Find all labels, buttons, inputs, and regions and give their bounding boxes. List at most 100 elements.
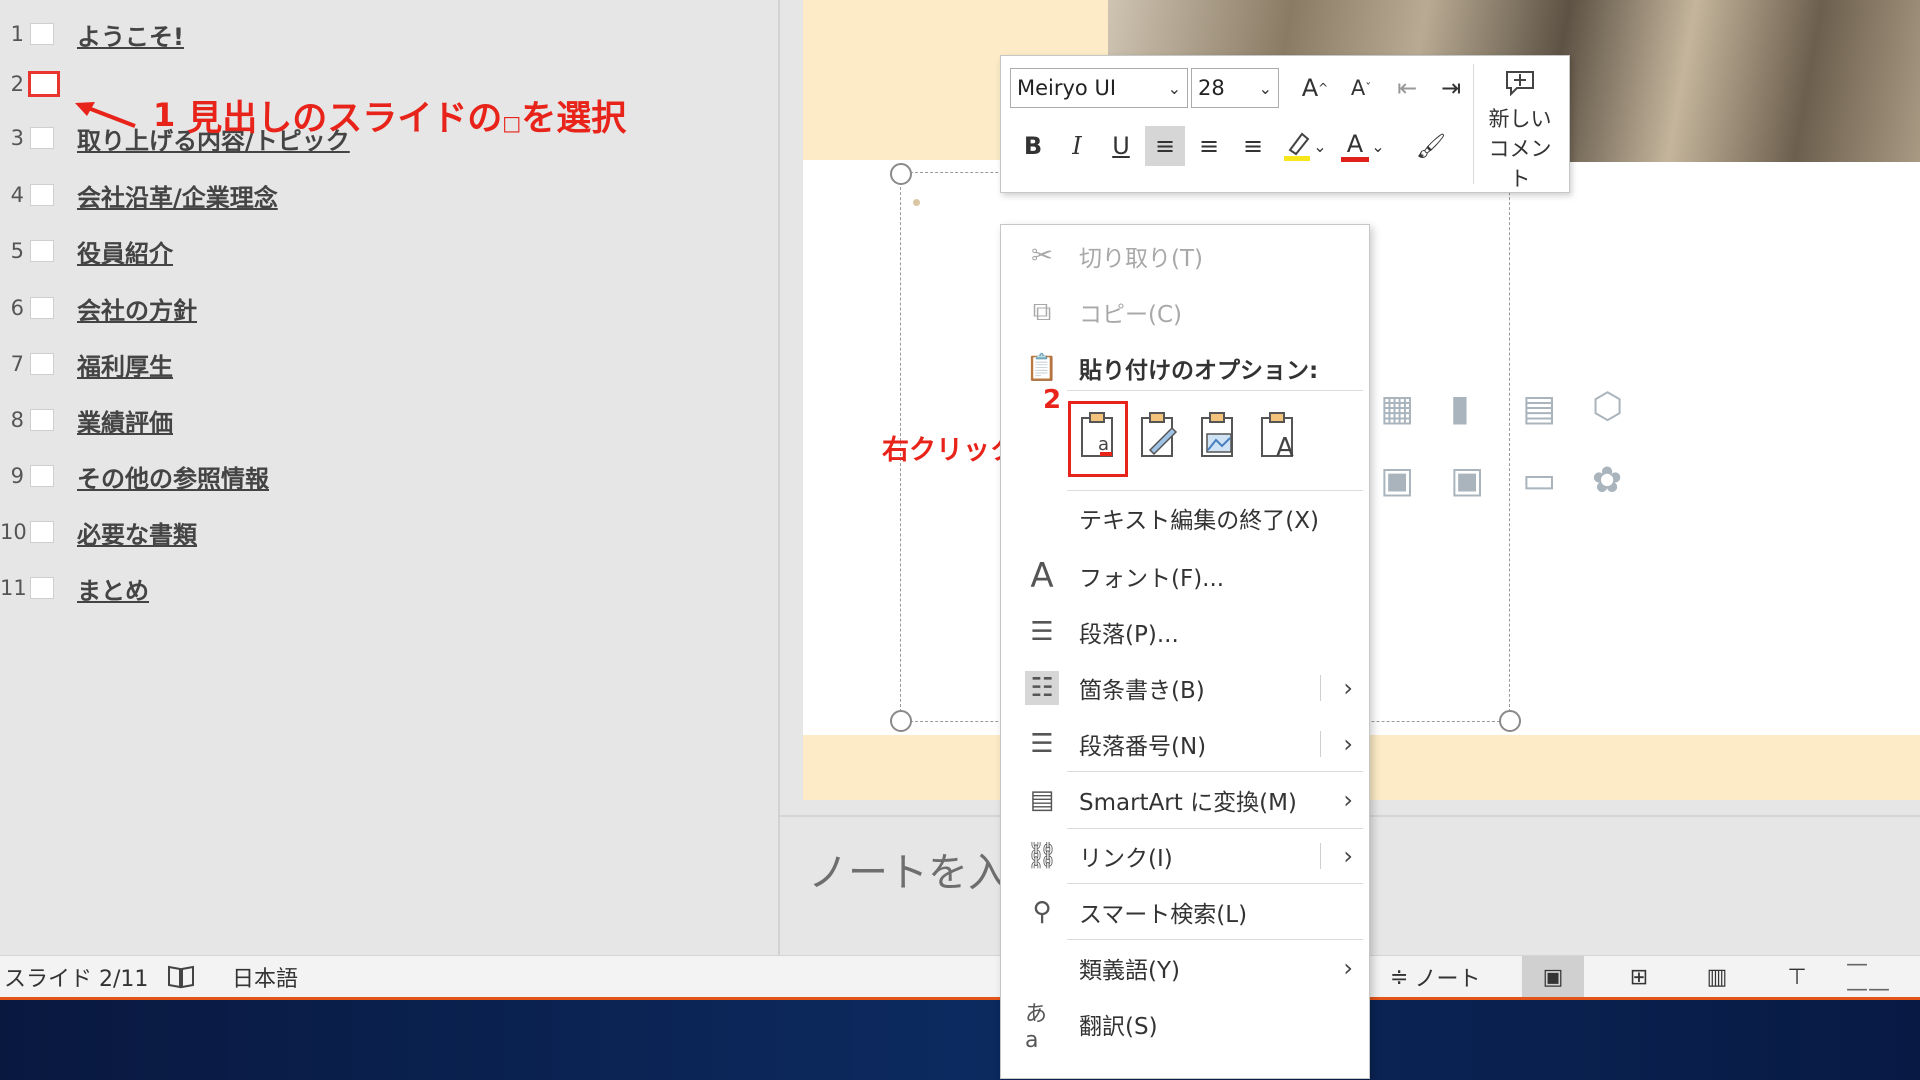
pane-divider[interactable]: [778, 0, 780, 955]
underline-icon[interactable]: U: [1101, 126, 1141, 166]
resize-handle[interactable]: [1499, 710, 1521, 732]
slide-number: 11: [0, 576, 27, 600]
slide-icon[interactable]: [30, 127, 54, 149]
menu-item-translate[interactable]: あa 翻訳(S): [1001, 999, 1369, 1053]
paste-as-picture-icon[interactable]: [1191, 405, 1245, 465]
new-comment-label-2: コメント: [1488, 137, 1552, 191]
chevron-down-icon[interactable]: ⌄: [1307, 126, 1333, 166]
slide-sorter-icon[interactable]: ⊞: [1614, 956, 1664, 998]
outline-row-11[interactable]: 11 まとめ: [0, 568, 149, 608]
online-picture-icon[interactable]: ▣: [1450, 460, 1484, 501]
outline-row-5[interactable]: 5 役員紹介: [0, 231, 173, 271]
menu-item-end-text-edit[interactable]: テキスト編集の終了(X): [1001, 493, 1369, 543]
menu-label: フォント(F)...: [1079, 566, 1225, 592]
menu-item-cut[interactable]: ✂ 切り取り(T): [1001, 231, 1369, 281]
chevron-right-icon[interactable]: ›: [1343, 674, 1353, 702]
shrink-font-icon[interactable]: Aˇ: [1341, 68, 1381, 108]
slide-icon-selected[interactable]: [28, 71, 60, 97]
slide-title[interactable]: 必要な書類: [77, 515, 197, 550]
resize-handle[interactable]: [890, 163, 912, 185]
language-indicator[interactable]: 日本語: [232, 956, 298, 998]
slide-title[interactable]: ようこそ!: [77, 17, 184, 52]
outline-row-7[interactable]: 7 福利厚生: [0, 344, 173, 384]
slide-icon[interactable]: [30, 353, 54, 375]
menu-item-font[interactable]: A フォント(F)...: [1001, 551, 1369, 601]
outline-row-8[interactable]: 8 業績評価: [0, 400, 173, 440]
context-menu: ✂ 切り取り(T) ⧉ コピー(C) 📋 貼り付けのオプション: 2 a A テ…: [1000, 224, 1370, 1079]
scissors-icon: ✂: [1031, 241, 1053, 271]
chevron-right-icon[interactable]: ›: [1343, 730, 1353, 758]
insert-smartart-icon[interactable]: ▤: [1522, 388, 1556, 429]
outline-row-1[interactable]: 1 ようこそ!: [0, 14, 184, 54]
slide-title[interactable]: 福利厚生: [77, 347, 173, 382]
outline-row-10[interactable]: 10 必要な書類: [0, 512, 197, 552]
insert-picture-icon[interactable]: ▣: [1380, 460, 1414, 501]
zoom-slider[interactable]: — ——: [1846, 952, 1916, 1002]
paste-keep-text-only-icon[interactable]: A: [1251, 405, 1305, 465]
slide-title[interactable]: 役員紹介: [77, 234, 173, 269]
resize-handle[interactable]: [890, 710, 912, 732]
outline-row-2[interactable]: 2: [0, 64, 83, 104]
slide-counter[interactable]: スライド 2/11: [4, 956, 148, 998]
align-right-icon[interactable]: ≡: [1233, 126, 1273, 166]
font-size-dropdown[interactable]: 28 ⌄: [1191, 68, 1279, 108]
paragraph-icon: ☰: [1030, 617, 1054, 647]
outline-row-9[interactable]: 9 その他の参照情報: [0, 456, 269, 496]
insert-chart-icon[interactable]: ▮: [1450, 388, 1470, 429]
slide-icon[interactable]: [30, 297, 54, 319]
normal-view-icon[interactable]: ▣: [1522, 956, 1584, 998]
format-painter-icon[interactable]: 🖌: [1411, 126, 1451, 166]
slide-icon[interactable]: [30, 521, 54, 543]
spelling-check-icon[interactable]: [166, 956, 196, 998]
notes-toggle-label: ノート: [1414, 967, 1481, 992]
menu-label: スマート検索(L): [1079, 902, 1248, 928]
paste-keep-source-formatting-icon[interactable]: a: [1071, 405, 1125, 465]
menu-item-copy[interactable]: ⧉ コピー(C): [1001, 287, 1369, 337]
new-comment-button[interactable]: 新しい コメント: [1479, 66, 1561, 191]
font-name-dropdown[interactable]: Meiryo UI ⌄: [1010, 68, 1188, 108]
slide-title[interactable]: まとめ: [77, 571, 149, 606]
outline-row-6[interactable]: 6 会社の方針: [0, 288, 197, 328]
bullets-icon: ☷: [1025, 671, 1059, 705]
menu-item-smartart[interactable]: ▤ SmartArt に変換(M) ›: [1001, 775, 1369, 825]
step1-annotation: 1 見出しのスライドの□を選択: [75, 90, 626, 140]
slide-icon[interactable]: [30, 577, 54, 599]
insert-video-icon[interactable]: ▭: [1522, 460, 1556, 501]
align-center-icon[interactable]: ≡: [1189, 126, 1229, 166]
menu-item-link[interactable]: ⛓ リンク(I) ›: [1001, 831, 1369, 881]
menu-item-bullets[interactable]: ☷ 箇条書き(B) ›: [1001, 663, 1369, 713]
slide-title[interactable]: 会社沿革/企業理念: [77, 178, 278, 213]
slideshow-icon[interactable]: ⊤: [1772, 956, 1822, 998]
mini-toolbar: Meiryo UI ⌄ 28 ⌄ A ^ Aˇ ⇤ ⇥ B I U ≡ ≡ ≡ ⌄…: [1000, 55, 1570, 193]
slide-icon[interactable]: [30, 240, 54, 262]
font-name-value: Meiryo UI: [1017, 76, 1117, 100]
menu-item-synonyms[interactable]: 類義語(Y) ›: [1001, 943, 1369, 993]
insert-icons-icon[interactable]: ✿: [1592, 460, 1622, 501]
slide-icon[interactable]: [30, 409, 54, 431]
outline-row-4[interactable]: 4 会社沿革/企業理念: [0, 175, 278, 215]
slide-title[interactable]: その他の参照情報: [77, 459, 269, 494]
chevron-down-icon[interactable]: ⌄: [1365, 126, 1391, 166]
align-left-icon[interactable]: ≡: [1145, 126, 1185, 166]
slide-title[interactable]: 業績評価: [77, 403, 173, 438]
reading-view-icon[interactable]: ▥: [1692, 956, 1742, 998]
slide-icon[interactable]: [30, 23, 54, 45]
italic-icon[interactable]: I: [1057, 126, 1097, 166]
grow-font-icon[interactable]: A ^: [1295, 68, 1335, 108]
insert-table-icon[interactable]: ▦: [1380, 388, 1414, 429]
chevron-right-icon[interactable]: ›: [1343, 842, 1353, 870]
insert-3d-model-icon[interactable]: ⬡: [1592, 386, 1623, 427]
increase-indent-icon[interactable]: ⇥: [1431, 68, 1471, 108]
menu-item-numbering[interactable]: ☰ 段落番号(N) ›: [1001, 719, 1369, 769]
slide-icon[interactable]: [30, 184, 54, 206]
bold-icon[interactable]: B: [1013, 126, 1053, 166]
menu-label: 貼り付けのオプション:: [1079, 358, 1319, 384]
decrease-indent-icon[interactable]: ⇤: [1387, 68, 1427, 108]
menu-item-smart-lookup[interactable]: ⚲ スマート検索(L): [1001, 887, 1369, 937]
slide-title[interactable]: 会社の方針: [77, 291, 197, 326]
toolbar-separator: [1473, 64, 1474, 184]
notes-toggle-button[interactable]: ≑ ノート: [1390, 956, 1480, 998]
slide-icon[interactable]: [30, 465, 54, 487]
paste-use-destination-theme-icon[interactable]: [1131, 405, 1185, 465]
menu-item-paragraph[interactable]: ☰ 段落(P)...: [1001, 607, 1369, 657]
